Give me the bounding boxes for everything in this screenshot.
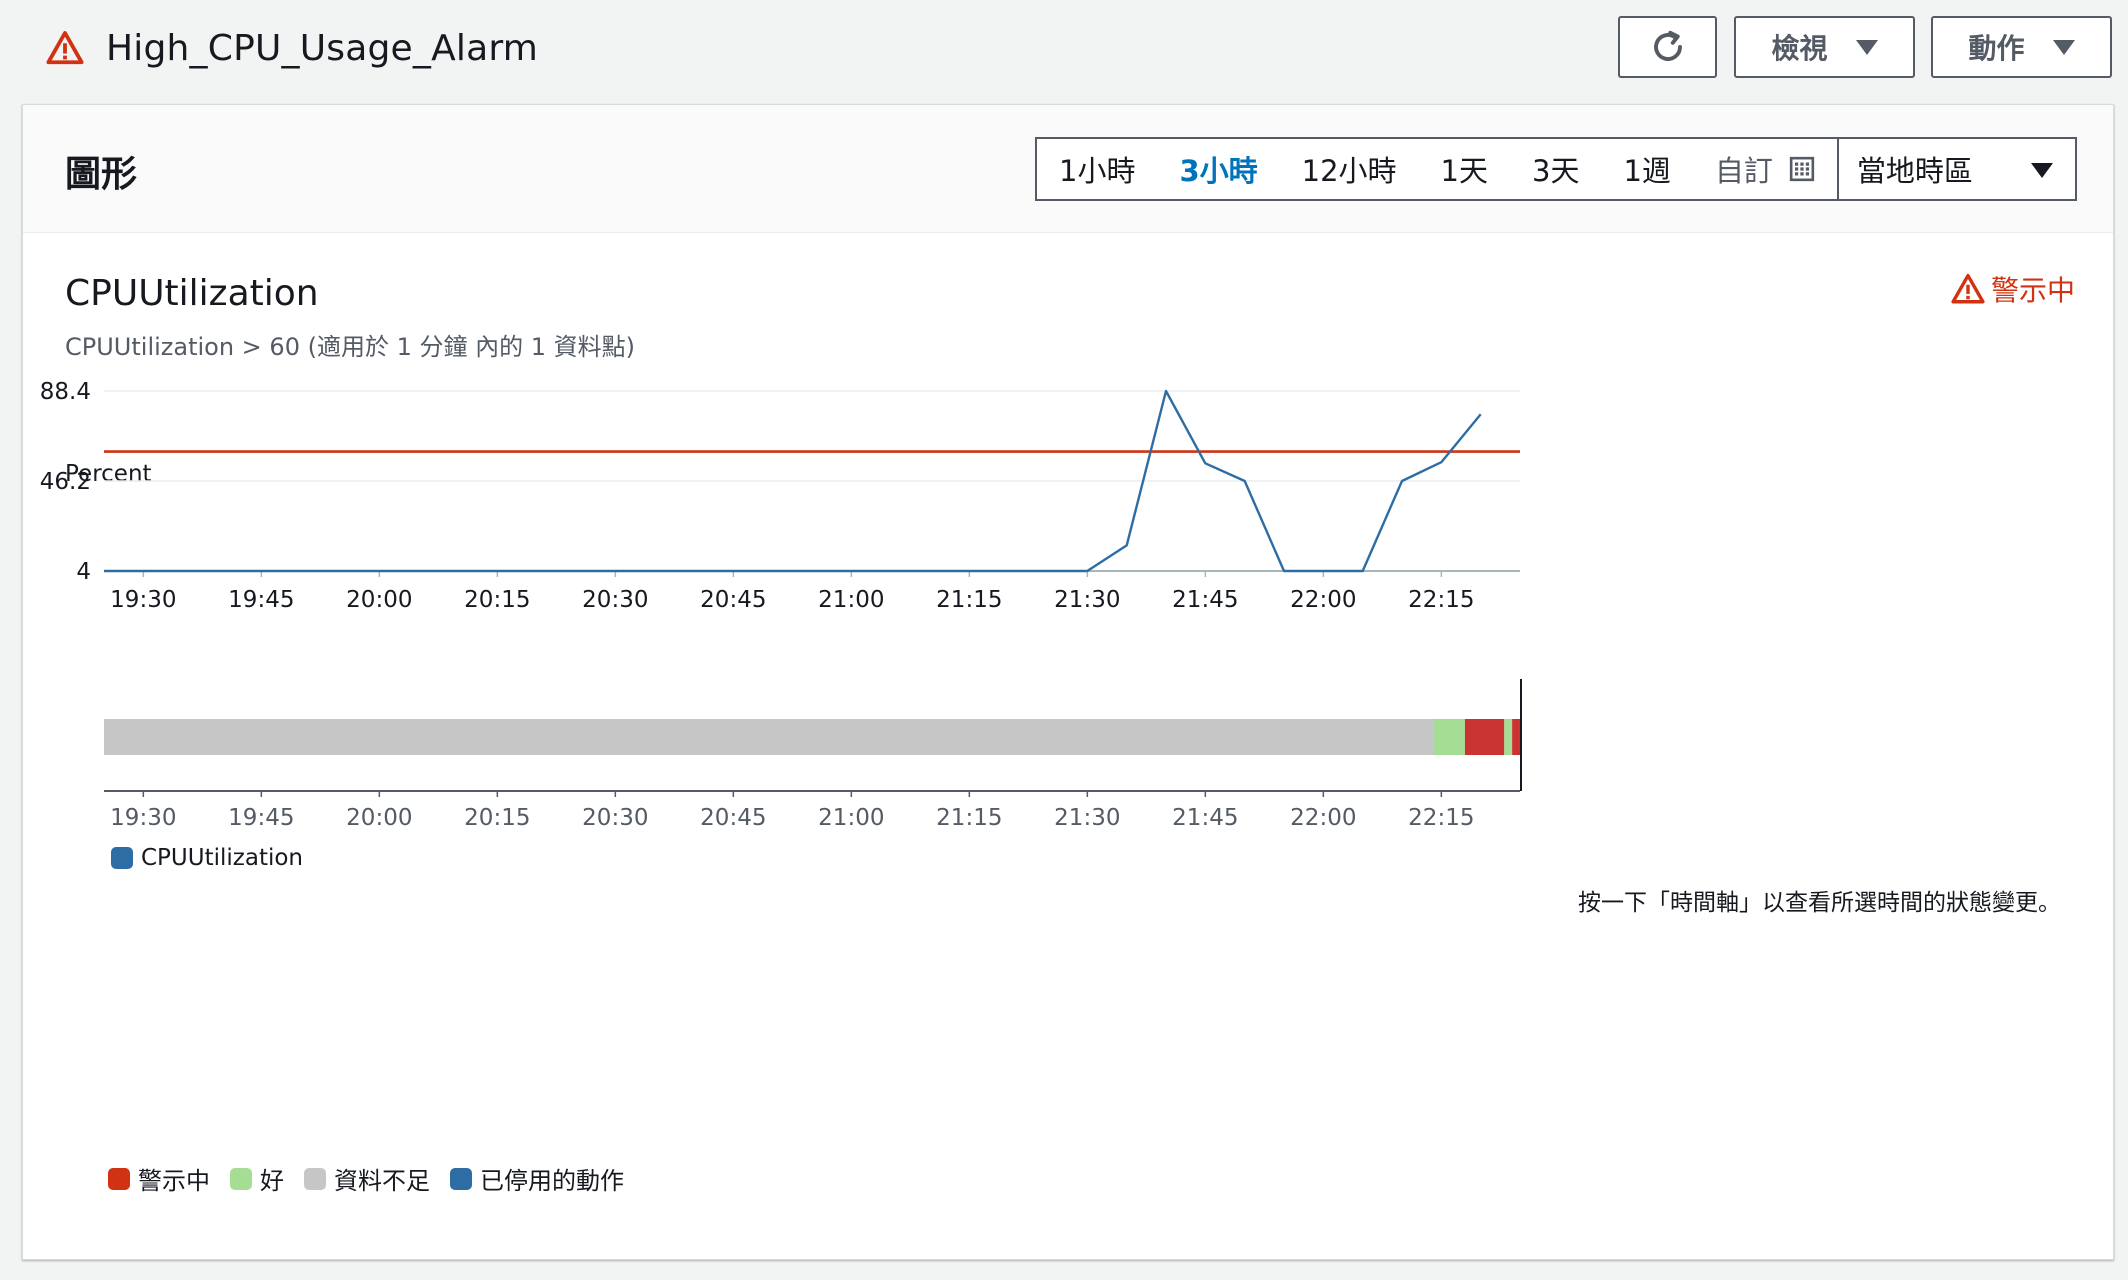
alarm-name: High_CPU_Usage_Alarm	[106, 27, 539, 69]
timeline-tick-label: 20:30	[582, 805, 648, 831]
x-tick-label: 20:45	[700, 587, 766, 613]
x-tick-label: 20:15	[464, 587, 530, 613]
timeline-tick-label: 22:15	[1408, 805, 1474, 831]
legend-swatch	[304, 1167, 326, 1190]
view-dropdown-button[interactable]: 檢視	[1734, 16, 1915, 78]
y-tick-label: 46.2	[40, 469, 91, 495]
legend-swatch	[230, 1167, 252, 1190]
timeline-tick-label: 20:45	[700, 805, 766, 831]
y-tick-label: 4	[76, 559, 91, 585]
refresh-icon	[1653, 30, 1682, 61]
legend-item-alarm: 警示中	[108, 1161, 210, 1196]
chart-legend: CPUUtilization	[111, 845, 303, 871]
x-tick-label: 22:00	[1290, 587, 1356, 613]
actions-dropdown-button[interactable]: 動作	[1931, 16, 2112, 78]
actions-label: 動作	[1968, 32, 2025, 65]
state-legend: 警示中 好 資料不足 已停用的動作	[108, 1161, 644, 1196]
timeline-tick-label: 21:30	[1054, 805, 1120, 831]
x-tick-label: 20:30	[582, 587, 648, 613]
legend-label: 資料不足	[334, 1167, 430, 1195]
timeline-tick-label: 19:30	[110, 805, 176, 831]
timeline-tick-label: 21:45	[1172, 805, 1238, 831]
legend-label-cpuutilization: CPUUtilization	[141, 845, 304, 871]
x-tick-label: 21:15	[936, 587, 1002, 613]
timeline-tick-label: 20:00	[346, 805, 412, 831]
timeline-segment	[1504, 719, 1513, 755]
x-tick-label: 21:45	[1172, 587, 1238, 613]
x-tick-label: 20:00	[346, 587, 412, 613]
caret-down-icon	[2052, 39, 2075, 55]
legend-item-disabled-actions: 已停用的動作	[450, 1161, 624, 1196]
x-tick-label: 19:45	[228, 587, 294, 613]
alarm-header: High_CPU_Usage_Alarm 檢視 動作	[0, 0, 2128, 100]
timeline-hint: 按一下「時間軸」以查看所選時間的狀態變更。	[1578, 890, 2061, 916]
legend-item-insufficient: 資料不足	[304, 1161, 430, 1196]
timeline-segment	[1464, 719, 1505, 755]
timeline-segment	[1433, 719, 1465, 755]
legend-swatch	[450, 1167, 472, 1190]
legend-item-ok: 好	[230, 1161, 284, 1196]
timeline-tick-label: 22:00	[1290, 805, 1356, 831]
y-tick-label: 88.4	[40, 379, 91, 405]
caret-down-icon	[1855, 39, 1878, 55]
legend-label: 已停用的動作	[480, 1167, 624, 1195]
timeline-tick-label: 21:00	[818, 805, 884, 831]
timeline-segment	[104, 719, 1434, 755]
x-tick-label: 22:15	[1408, 587, 1474, 613]
warning-icon	[46, 31, 84, 65]
x-tick-label: 21:00	[818, 587, 884, 613]
legend-swatch	[111, 847, 133, 869]
alarm-title: High_CPU_Usage_Alarm	[46, 22, 538, 74]
cpu-chart: 88.4 46.2 4 19:30 19:45 20:00 20:15 20:30 20:45 2…	[40, 379, 1522, 831]
view-label: 檢視	[1771, 32, 1828, 65]
timeline-tick-label: 20:15	[464, 805, 530, 831]
x-tick-label: 21:30	[1054, 587, 1120, 613]
legend-label: 警示中	[138, 1167, 210, 1195]
timeline-tick-label: 21:15	[936, 805, 1002, 831]
refresh-button[interactable]	[1618, 16, 1717, 78]
timeline-tick-label: 19:45	[228, 805, 294, 831]
x-tick-label: 19:30	[110, 587, 176, 613]
graph-panel: 圖形 1小時 3小時 12小時 1天 3天 1週 自訂 當地時區 CPUUtil…	[22, 104, 2114, 1260]
legend-swatch	[108, 1167, 130, 1190]
legend-label: 好	[260, 1167, 284, 1195]
timeline-segment	[1512, 719, 1520, 755]
